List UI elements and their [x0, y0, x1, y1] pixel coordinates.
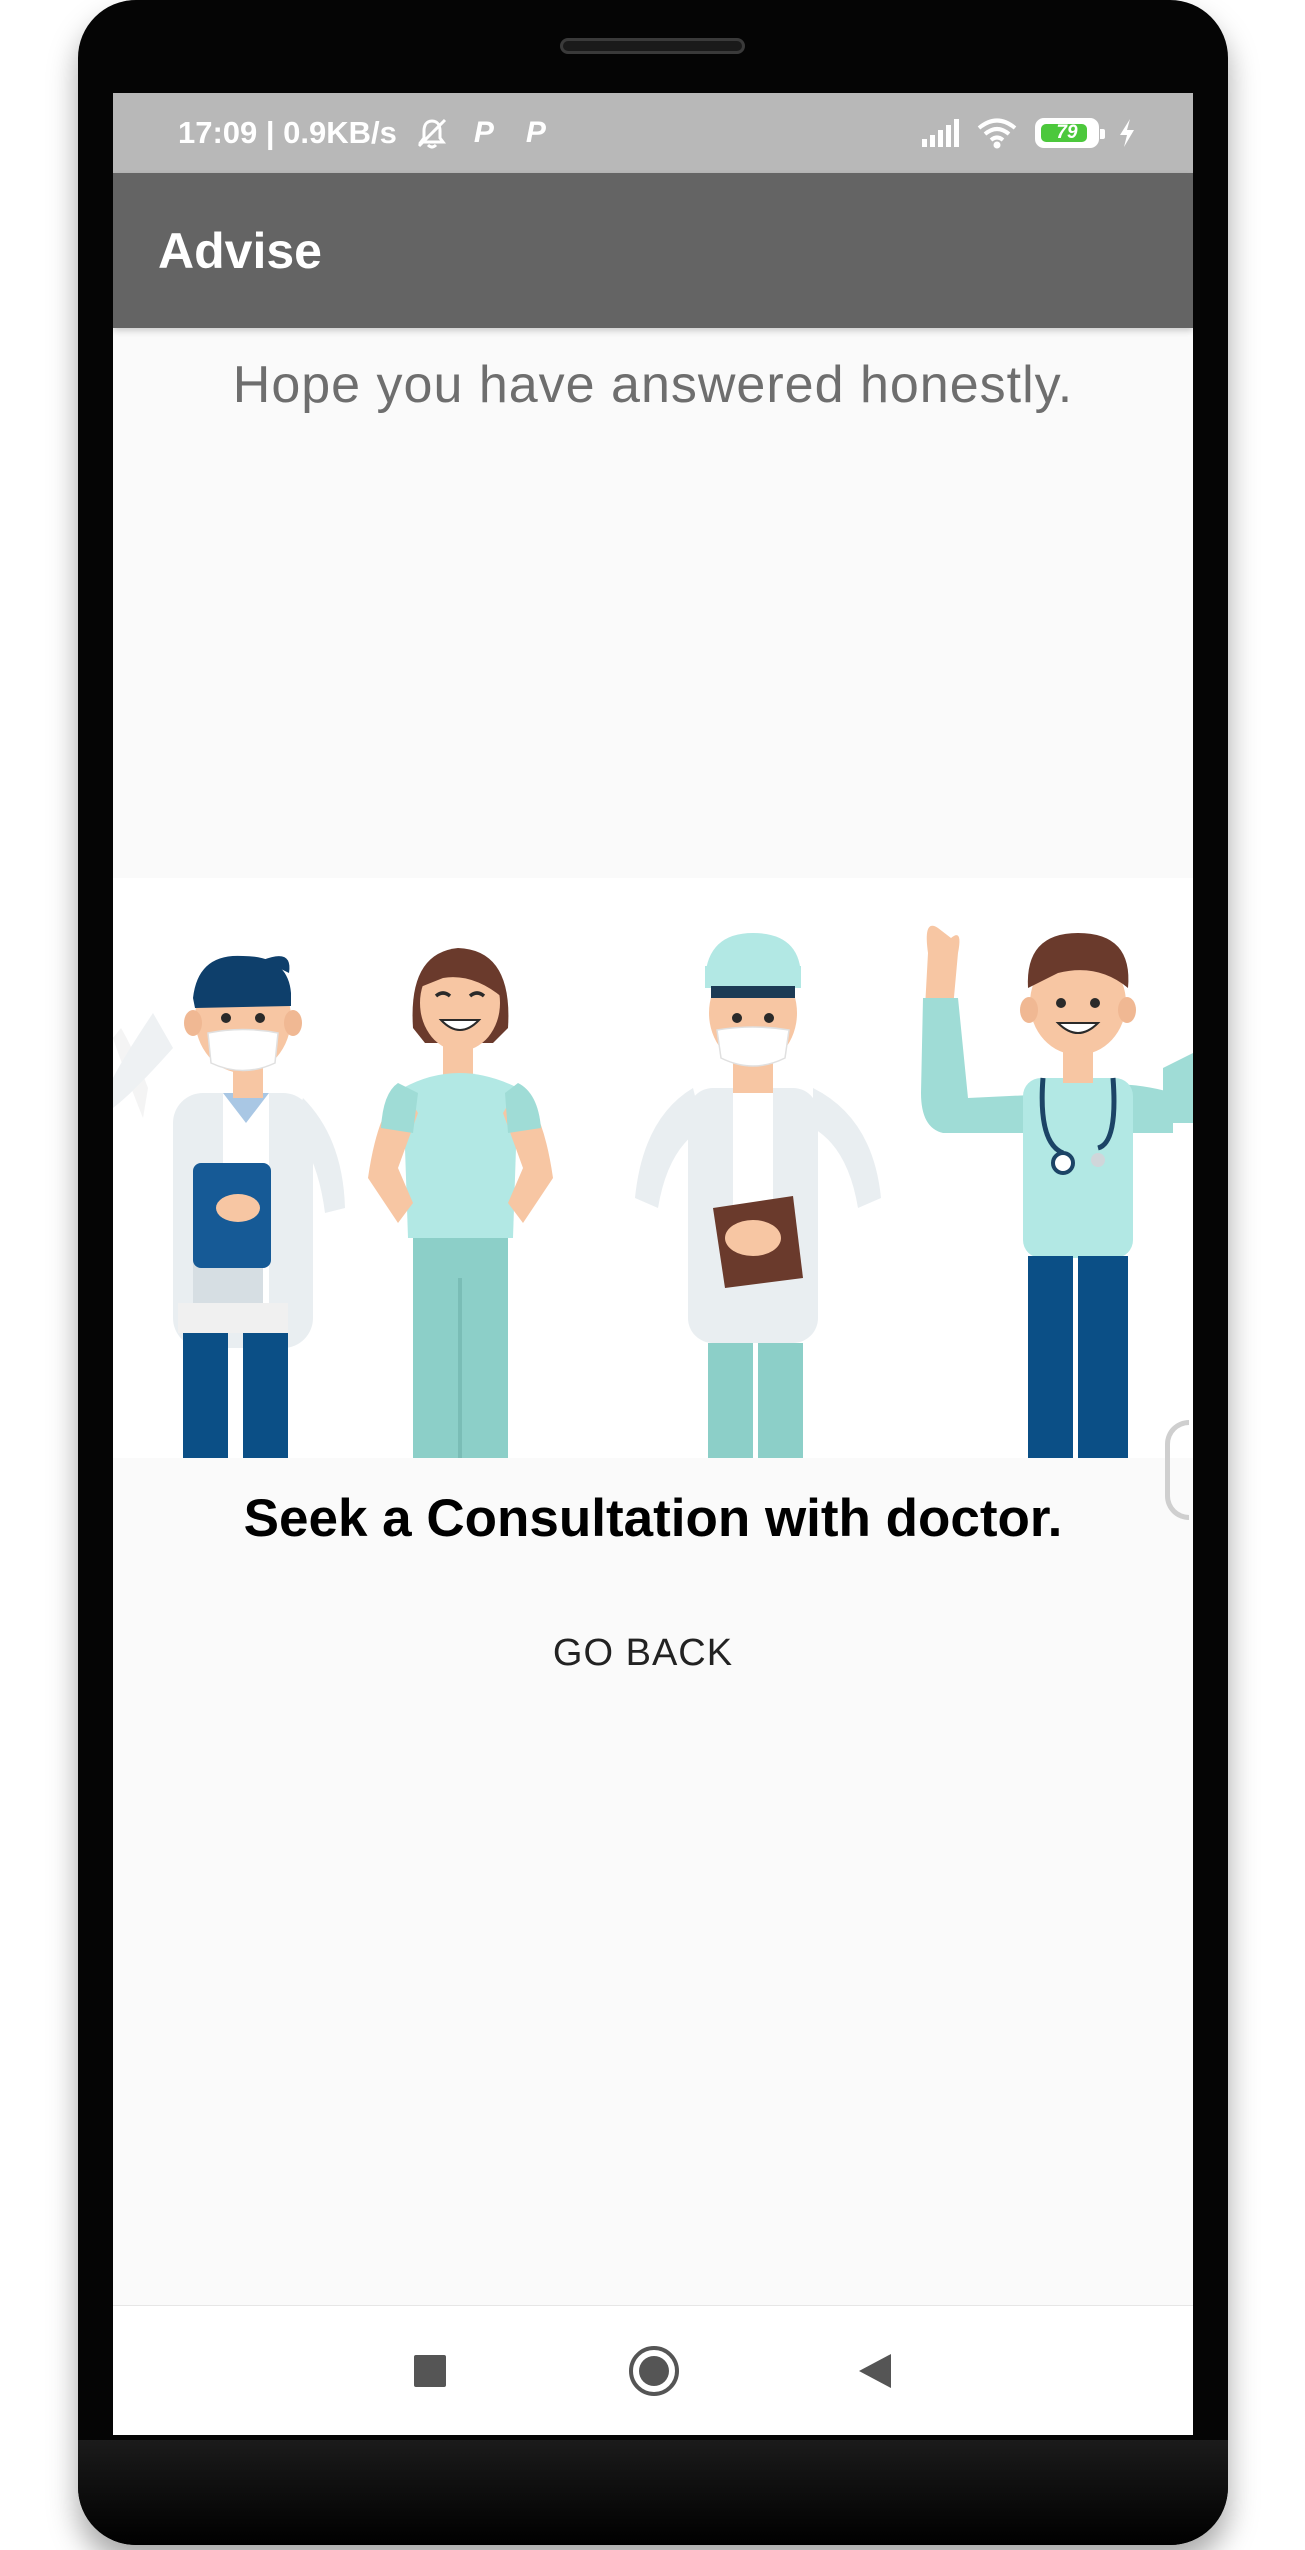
medical-staff-illustration [113, 878, 1193, 1458]
doctor-waving-figure [921, 925, 1193, 1458]
parking-icon: P [525, 116, 546, 149]
consultation-message: Seek a Consultation with doctor. [243, 1489, 1063, 1548]
phone-chin [78, 2440, 1228, 2545]
surgeon-figure [635, 933, 881, 1458]
status-left: 17:09 | 0.9KB/s P P [178, 115, 553, 151]
parking-icon: P [473, 116, 494, 149]
nurse-figure [368, 948, 553, 1458]
status-bar: 17:09 | 0.9KB/s P P 79 [113, 93, 1193, 173]
go-back-button[interactable]: GO BACK [503, 1603, 783, 1703]
status-time-speed: 17:09 | 0.9KB/s [178, 115, 397, 150]
signal-icon [922, 119, 959, 147]
phone-speaker [560, 38, 745, 54]
wifi-icon [977, 118, 1017, 149]
recents-square-icon[interactable] [395, 2336, 465, 2406]
navigation-bar [113, 2305, 1193, 2435]
charging-bolt-icon [1120, 119, 1134, 147]
battery-icon: 79 [1035, 118, 1105, 148]
page-title: Advise [158, 222, 322, 279]
battery-level: 79 [1056, 122, 1078, 143]
screen: 17:09 | 0.9KB/s P P 79 Advise Hope you h… [113, 93, 1193, 2435]
home-circle-icon[interactable] [619, 2336, 689, 2406]
hope-message: Hope you have answered honestly. [232, 356, 1074, 414]
edge-handle[interactable] [1165, 1420, 1189, 1520]
back-triangle-icon[interactable] [840, 2336, 910, 2406]
bell-muted-icon [417, 118, 446, 149]
app-bar: Advise [113, 173, 1193, 328]
status-right: 79 [922, 117, 1137, 149]
doctor-1-figure [113, 955, 345, 1458]
